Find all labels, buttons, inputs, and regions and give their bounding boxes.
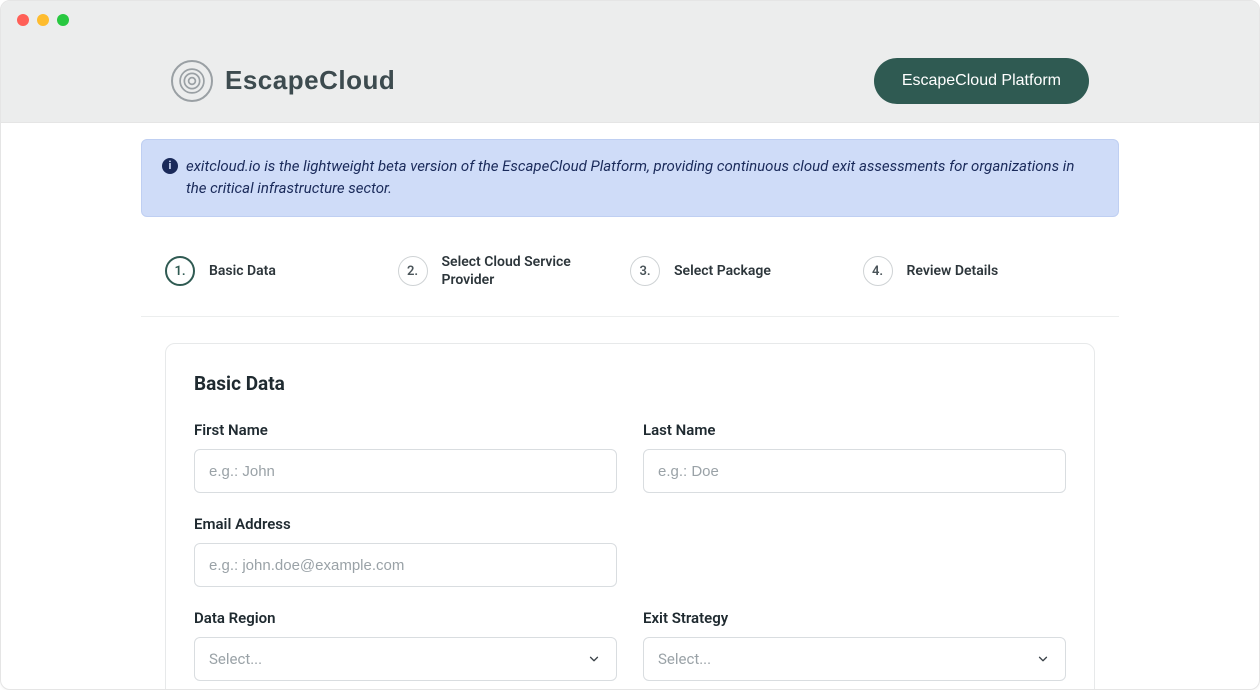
step-label: Select Cloud Service Provider <box>442 253 602 291</box>
basic-data-card: Basic Data First Name Last Name Email Ad… <box>165 343 1095 690</box>
brand-logo[interactable]: EscapeCloud <box>171 60 395 102</box>
chevron-down-icon <box>1035 651 1051 667</box>
email-field-wrap: Email Address <box>194 515 617 587</box>
maze-icon <box>171 60 213 102</box>
step-label: Basic Data <box>209 262 276 281</box>
site-header: EscapeCloud EscapeCloud Platform <box>1 39 1259 123</box>
first-name-field[interactable] <box>194 449 617 493</box>
info-banner: i exitcloud.io is the lightweight beta v… <box>141 139 1119 217</box>
info-banner-text: exitcloud.io is the lightweight beta ver… <box>186 156 1098 200</box>
step-select-package[interactable]: 3. Select Package <box>630 256 863 286</box>
platform-button[interactable]: EscapeCloud Platform <box>874 58 1089 104</box>
exit-strategy-field-wrap: Exit Strategy Select... <box>643 609 1066 681</box>
data-region-value: Select... <box>209 650 262 668</box>
window-controls <box>17 14 69 26</box>
last-name-field[interactable] <box>643 449 1066 493</box>
first-name-label: First Name <box>194 421 617 439</box>
window-close-button[interactable] <box>17 14 29 26</box>
step-select-cloud-provider[interactable]: 2. Select Cloud Service Provider <box>398 253 631 291</box>
card-title: Basic Data <box>194 372 1066 395</box>
last-name-field-wrap: Last Name <box>643 421 1066 493</box>
data-region-select[interactable]: Select... <box>194 637 617 681</box>
step-label: Select Package <box>674 262 771 281</box>
step-number: 4. <box>863 256 893 286</box>
info-icon: i <box>162 158 178 174</box>
step-number: 3. <box>630 256 660 286</box>
exit-strategy-select[interactable]: Select... <box>643 637 1066 681</box>
email-label: Email Address <box>194 515 617 533</box>
step-number: 2. <box>398 256 428 286</box>
wizard-steps: 1. Basic Data 2. Select Cloud Service Pr… <box>141 217 1119 318</box>
window-minimize-button[interactable] <box>37 14 49 26</box>
data-region-field-wrap: Data Region Select... <box>194 609 617 681</box>
browser-window: EscapeCloud EscapeCloud Platform i exitc… <box>0 0 1260 690</box>
chevron-down-icon <box>586 651 602 667</box>
exit-strategy-label: Exit Strategy <box>643 609 1066 627</box>
step-review-details[interactable]: 4. Review Details <box>863 256 1096 286</box>
data-region-label: Data Region <box>194 609 617 627</box>
empty-cell <box>643 515 1066 587</box>
email-field[interactable] <box>194 543 617 587</box>
form-grid: First Name Last Name Email Address <box>194 421 1066 681</box>
last-name-label: Last Name <box>643 421 1066 439</box>
first-name-field-wrap: First Name <box>194 421 617 493</box>
window-zoom-button[interactable] <box>57 14 69 26</box>
window-titlebar <box>1 1 1259 39</box>
step-basic-data[interactable]: 1. Basic Data <box>165 256 398 286</box>
step-label: Review Details <box>907 262 999 281</box>
step-number: 1. <box>165 256 195 286</box>
brand-name: EscapeCloud <box>225 65 395 96</box>
exit-strategy-value: Select... <box>658 650 711 668</box>
page-content: i exitcloud.io is the lightweight beta v… <box>1 123 1259 690</box>
